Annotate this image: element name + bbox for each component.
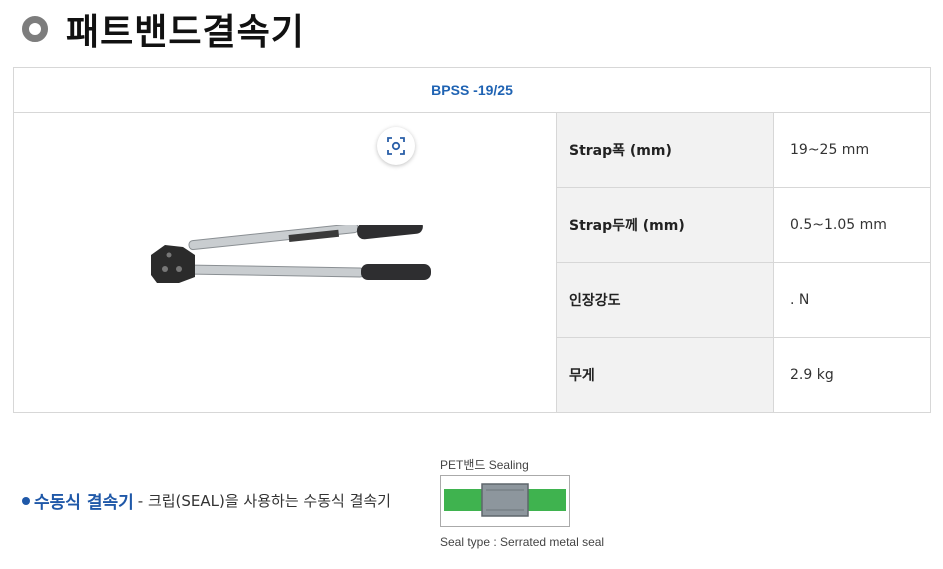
spec-table: BPSS -19/25 Strap폭 (mm) 19~25 mm Strap두께… [12,67,932,413]
spec-value: 2.9 kg [772,337,932,413]
ring-icon [22,16,48,42]
bottom-title: 수동식 결속기 [34,493,134,513]
lens-scan-button[interactable] [377,127,415,165]
spec-value: 0.5~1.05 mm [772,187,932,263]
spec-label: 무게 [556,337,774,413]
spec-label: Strap폭 (mm) [556,112,774,188]
page-heading: 패트밴드결속기 [22,4,305,54]
seal-top-label: PET밴드 Sealing [440,458,529,472]
strapping-tool-image [151,225,431,283]
lens-scan-icon [387,137,405,155]
bottom-caption: 수동식 결속기 - 크립(SEAL)을 사용하는 수동식 결속기 [22,488,391,513]
spec-value: . N [772,262,932,338]
seal-bottom-label: Seal type : Serrated metal seal [440,535,605,549]
spec-label: Strap두께 (mm) [556,187,774,263]
seal-figure: PET밴드 Sealing Seal type : Serrated metal… [440,456,640,549]
spec-value: 19~25 mm [772,112,932,188]
seal-diagram [440,475,570,527]
bullet-icon [22,496,30,505]
product-image-cell [13,112,557,413]
bottom-description: - 크립(SEAL)을 사용하는 수동식 결속기 [137,492,391,510]
page-title: 패트밴드결속기 [66,12,305,53]
spec-label: 인장강도 [556,262,774,338]
model-name: BPSS -19/25 [12,67,932,113]
